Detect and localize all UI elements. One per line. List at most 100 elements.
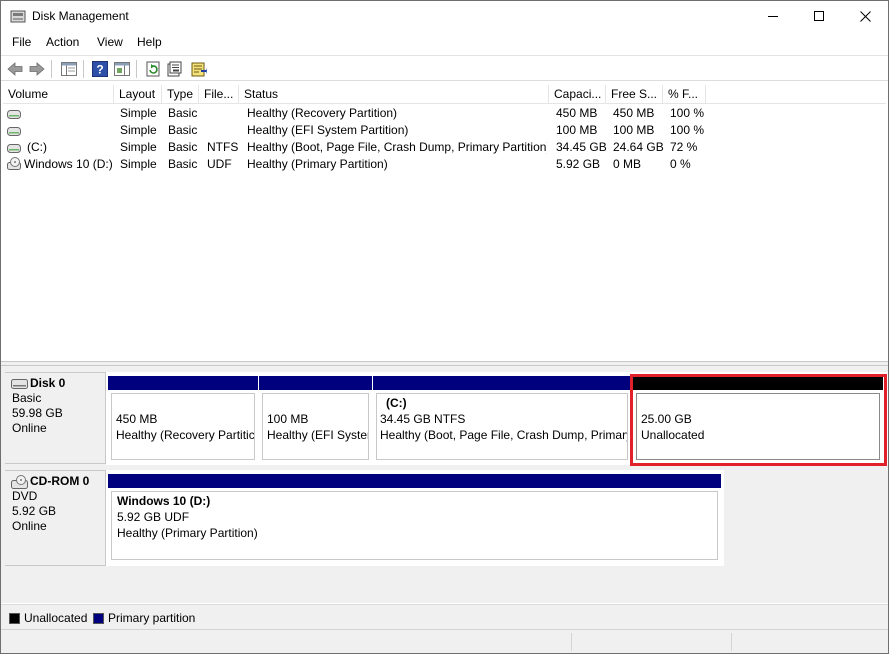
help-button[interactable]: ?: [90, 59, 110, 79]
disk-0-state: Online: [12, 421, 47, 435]
partition-bar: [108, 376, 258, 390]
disk-graphical-view: Disk 0 Basic 59.98 GB Online 450 MB Heal…: [1, 366, 888, 603]
volume-name: Windows 10 (D:): [24, 157, 113, 171]
volume-row[interactable]: Simple Basic Healthy (EFI System Partiti…: [3, 122, 886, 139]
partition-bar: [108, 474, 721, 488]
properties-icon: [167, 61, 182, 77]
menu-help[interactable]: Help: [134, 35, 165, 49]
legend-swatch-unallocated: [9, 612, 20, 624]
close-icon: [859, 11, 871, 22]
hard-disk-icon: [11, 378, 28, 389]
partition-d-drive[interactable]: Windows 10 (D:) 5.92 GB UDF Healthy (Pri…: [108, 474, 721, 563]
cdrom-0-label[interactable]: CD-ROM 0 DVD 5.92 GB Online: [5, 470, 106, 566]
partition-status: Healthy (Primary Partition): [117, 526, 258, 540]
properties-button[interactable]: [165, 59, 185, 79]
volume-row[interactable]: (C:) Simple Basic NTFS Healthy (Boot, Pa…: [3, 139, 886, 156]
partition-box: Windows 10 (D:) 5.92 GB UDF Healthy (Pri…: [111, 491, 718, 560]
drive-icon: [7, 125, 21, 139]
volume-status: Healthy (Boot, Page File, Crash Dump, Pr…: [247, 140, 547, 154]
column-header-status[interactable]: Status: [239, 85, 549, 104]
status-bar-separator: [731, 633, 732, 651]
forward-button[interactable]: [27, 59, 47, 79]
selection-highlight: [630, 374, 887, 466]
volume-row[interactable]: Simple Basic Healthy (Recovery Partition…: [3, 105, 886, 122]
volume-type: Basic: [168, 140, 198, 154]
properties-pane-icon: [114, 62, 130, 76]
export-list-icon: [191, 62, 207, 77]
dvd-drive-icon: [11, 474, 28, 489]
volume-free-space: 450 MB: [613, 106, 655, 120]
menu-action[interactable]: Action: [43, 35, 82, 49]
volume-name: (C:): [27, 140, 47, 154]
volume-status: Healthy (EFI System Partition): [247, 123, 409, 137]
disk-0-name: Disk 0: [30, 376, 66, 390]
partition-size: 100 MB: [267, 412, 309, 426]
volume-free-space: 24.64 GB: [613, 140, 664, 154]
column-header-volume[interactable]: Volume: [3, 85, 114, 104]
maximize-button[interactable]: [796, 1, 842, 32]
disk-0-label[interactable]: Disk 0 Basic 59.98 GB Online: [5, 372, 106, 464]
partition-status: Healthy (Recovery Partitic: [116, 428, 255, 442]
title-bar: Disk Management: [1, 1, 888, 32]
disk-0-title: Disk 0: [11, 376, 105, 391]
column-header-file-system[interactable]: File...: [199, 85, 239, 104]
partition-efi[interactable]: 100 MB Healthy (EFI Syster: [259, 376, 372, 463]
window-title: Disk Management: [32, 9, 129, 23]
volume-free-space: 100 MB: [613, 123, 655, 137]
forward-arrow-icon: [29, 62, 45, 76]
volume-percent-free: 72 %: [670, 140, 698, 154]
disk-0-size: 59.98 GB: [12, 406, 63, 420]
partition-c-drive[interactable]: (C:) 34.45 GB NTFS Healthy (Boot, Page F…: [373, 376, 631, 463]
volume-file-system: NTFS: [207, 140, 239, 154]
dvd-drive-icon: [7, 157, 21, 174]
volume-type: Basic: [168, 157, 198, 171]
close-button[interactable]: [842, 1, 888, 32]
show-hide-action-pane-button[interactable]: [112, 59, 132, 79]
disk-management-window: Disk Management File Action View Help ?: [0, 0, 889, 654]
volume-type: Basic: [168, 123, 198, 137]
column-header-free-space[interactable]: Free S...: [606, 85, 663, 104]
volume-status: Healthy (Recovery Partition): [247, 106, 398, 120]
partition-size: 450 MB: [116, 412, 158, 426]
show-hide-console-tree-button[interactable]: [59, 59, 79, 79]
volume-row[interactable]: Windows 10 (D:) Simple Basic UDF Healthy…: [3, 156, 886, 173]
column-header-percent-free[interactable]: % F...: [663, 85, 706, 104]
minimize-button[interactable]: [750, 1, 796, 32]
cdrom-0-size: 5.92 GB: [12, 504, 57, 518]
drive-icon: [7, 108, 21, 122]
legend-unallocated-label: Unallocated: [24, 611, 88, 625]
partition-status: Healthy (Boot, Page File, Crash Dump, Pr…: [380, 428, 628, 442]
cdrom-0-title: CD-ROM 0: [11, 474, 105, 489]
legend-swatch-primary: [93, 612, 104, 624]
disk-management-icon: [10, 9, 26, 24]
menu-file[interactable]: File: [9, 35, 34, 49]
refresh-button[interactable]: [143, 59, 163, 79]
volume-status: Healthy (Primary Partition): [247, 157, 388, 171]
column-header-layout[interactable]: Layout: [114, 85, 162, 104]
partition-size: 5.92 GB UDF: [117, 510, 190, 524]
volume-list-header: Volume Layout Type File... Status Capaci…: [3, 85, 886, 104]
legend-primary-label: Primary partition: [108, 611, 196, 625]
back-button[interactable]: [5, 59, 25, 79]
column-header-capacity[interactable]: Capaci...: [549, 85, 606, 104]
partition-title: (C:): [386, 396, 407, 410]
volume-capacity: 450 MB: [556, 106, 598, 120]
toolbar-separator: [83, 60, 84, 78]
partition-status: Healthy (EFI Syster: [267, 428, 369, 442]
volume-layout: Simple: [120, 123, 157, 137]
legend-unallocated: Unallocated: [9, 611, 87, 625]
partition-bar: [373, 376, 631, 390]
menu-bar: File Action View Help: [1, 32, 888, 54]
partition-box: 450 MB Healthy (Recovery Partitic: [111, 393, 255, 460]
volume-percent-free: 0 %: [670, 157, 691, 171]
partition-recovery[interactable]: 450 MB Healthy (Recovery Partitic: [108, 376, 258, 463]
console-tree-icon: [61, 62, 77, 76]
menu-view[interactable]: View: [94, 35, 126, 49]
export-list-button[interactable]: [189, 59, 209, 79]
column-header-type[interactable]: Type: [162, 85, 199, 104]
volume-capacity: 34.45 GB: [556, 140, 607, 154]
volume-name: [24, 105, 114, 122]
volume-layout: Simple: [120, 140, 157, 154]
cdrom-0-name: CD-ROM 0: [30, 474, 90, 488]
volume-free-space: 0 MB: [613, 157, 642, 171]
